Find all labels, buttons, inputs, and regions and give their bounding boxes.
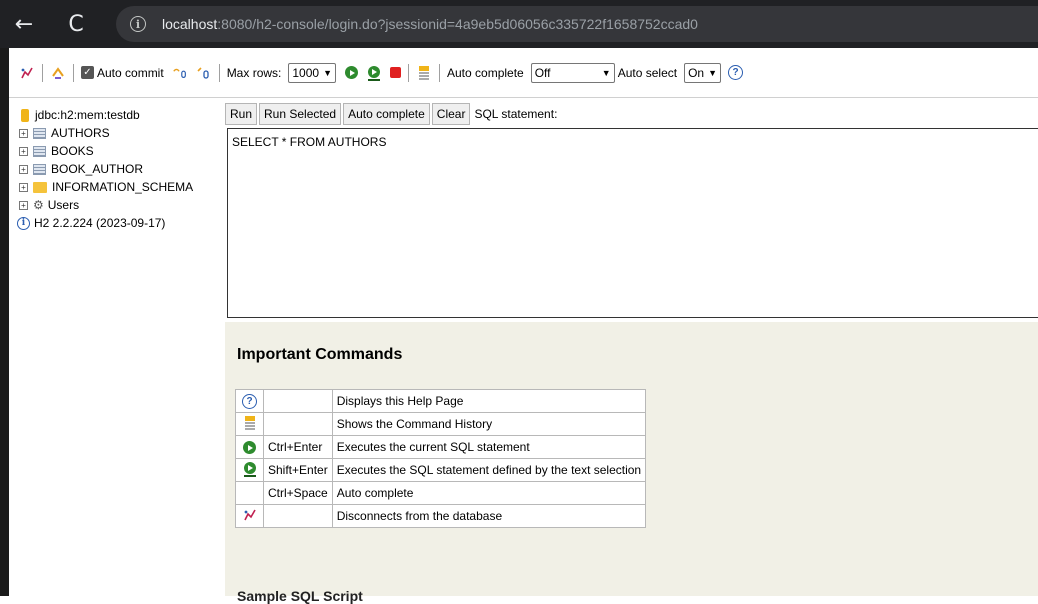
tree-item-label: AUTHORS — [51, 126, 110, 140]
refresh-icon[interactable] — [50, 65, 66, 81]
auto-complete-value: Off — [534, 65, 551, 80]
auto-select-select[interactable]: On ▼ — [684, 62, 722, 83]
sql-editor[interactable]: SELECT * FROM AUTHORS — [227, 128, 1038, 318]
tree-connection[interactable]: jdbc:h2:mem:testdb — [9, 106, 224, 124]
tree-item-book-author[interactable]: + BOOK_AUTHOR — [9, 160, 224, 178]
disconnect-icon — [243, 509, 257, 525]
expand-icon[interactable]: + — [19, 128, 28, 138]
schema-tree: jdbc:h2:mem:testdb + AUTHORS + BOOKS + B… — [9, 98, 224, 596]
auto-commit-checkbox[interactable]: ✓ — [81, 66, 94, 79]
max-rows-value: 1000 — [292, 65, 320, 80]
run-button[interactable]: Run — [225, 103, 258, 125]
auto-commit-label: Auto commit — [97, 65, 164, 80]
reload-icon[interactable]: C — [60, 8, 92, 40]
table-row: Disconnects from the database — [235, 504, 647, 528]
history-icon — [244, 415, 255, 430]
h2-toolbar: ✓ Auto commit Max rows: 1000 ▼ Auto comp… — [9, 48, 1038, 98]
expand-icon[interactable]: + — [19, 164, 28, 174]
stop-icon[interactable] — [390, 67, 401, 78]
chevron-down-icon: ▼ — [323, 67, 332, 78]
run-selected-button[interactable]: Run Selected — [259, 103, 342, 125]
auto-complete-label: Auto complete — [447, 65, 524, 80]
run-icon — [243, 441, 256, 455]
keys-cell — [263, 504, 333, 528]
table-row: ? Displays this Help Page — [235, 389, 647, 413]
table-row: Shows the Command History — [235, 412, 647, 436]
keys-cell: Ctrl+Space — [263, 481, 333, 505]
table-icon — [33, 145, 46, 157]
tree-item-label: BOOK_AUTHOR — [51, 162, 144, 176]
chevron-down-icon: ▼ — [708, 67, 718, 78]
query-toolbar: Run Run Selected Auto complete Clear SQL… — [225, 102, 557, 126]
auto-select-label: Auto select — [617, 65, 678, 80]
rollback-icon[interactable] — [172, 65, 188, 81]
info-icon: i — [17, 216, 30, 230]
commands-table: ? Displays this Help Page Shows the Comm… — [235, 389, 647, 528]
sample-sql-heading: Sample SQL Script — [237, 588, 363, 604]
tree-item-authors[interactable]: + AUTHORS — [9, 124, 224, 142]
version-label: H2 2.2.224 (2023-09-17) — [34, 216, 166, 230]
chevron-down-icon: ▼ — [601, 67, 611, 78]
table-icon — [33, 127, 46, 139]
run-icon[interactable] — [345, 66, 358, 79]
auto-complete-button[interactable]: Auto complete — [343, 103, 430, 125]
back-arrow-icon[interactable]: ← — [8, 8, 40, 40]
site-info-icon[interactable]: i — [130, 16, 146, 32]
auto-complete-select[interactable]: Off ▼ — [530, 62, 615, 83]
expand-icon[interactable]: + — [19, 200, 28, 210]
max-rows-select[interactable]: 1000 ▼ — [288, 62, 336, 83]
tree-item-label: BOOKS — [51, 144, 94, 158]
run-selected-icon[interactable] — [366, 65, 382, 81]
database-icon — [21, 108, 29, 122]
users-icon: ⚙ — [33, 198, 44, 212]
help-panel: Important Commands ? Displays this Help … — [225, 322, 1038, 604]
address-bar[interactable]: i localhost:8080/h2-console/login.do?jse… — [116, 6, 1038, 42]
table-icon — [33, 163, 46, 175]
tree-item-label: Users — [47, 198, 80, 212]
folder-icon — [33, 181, 47, 193]
clear-button[interactable]: Clear — [431, 103, 471, 125]
help-title: Important Commands — [237, 346, 403, 363]
tree-item-books[interactable]: + BOOKS — [9, 142, 224, 160]
expand-icon[interactable]: + — [19, 146, 28, 156]
tree-item-information-schema[interactable]: + INFORMATION_SCHEMA — [9, 178, 224, 196]
toolbar-separator — [439, 63, 440, 82]
desc-cell: Disconnects from the database — [331, 504, 647, 528]
toolbar-separator — [218, 63, 220, 82]
window-edge — [0, 48, 9, 596]
history-icon[interactable] — [416, 65, 432, 81]
toolbar-separator — [42, 63, 43, 82]
connection-label: jdbc:h2:mem:testdb — [35, 108, 140, 122]
sql-statement-label: SQL statement: — [474, 107, 558, 121]
expand-icon[interactable]: + — [19, 182, 28, 192]
url-path: :8080/h2-console/login.do?jsessionid=4a9… — [217, 16, 698, 32]
desc-cell: Executes the SQL statement defined by th… — [331, 458, 647, 482]
table-row: Shift+Enter Executes the SQL statement d… — [235, 458, 647, 482]
tree-item-label: INFORMATION_SCHEMA — [52, 180, 194, 194]
desc-cell: Shows the Command History — [331, 412, 647, 436]
auto-select-value: On — [688, 65, 705, 80]
keys-cell: Ctrl+Enter — [263, 435, 333, 459]
run-selected-icon — [242, 461, 258, 480]
table-row: Ctrl+Enter Executes the current SQL stat… — [235, 435, 647, 459]
desc-cell: Displays this Help Page — [331, 389, 647, 413]
help-icon[interactable]: ? — [728, 65, 744, 80]
keys-cell — [263, 389, 333, 413]
toolbar-separator — [408, 63, 409, 82]
help-icon: ? — [242, 394, 257, 409]
desc-cell: Auto complete — [331, 481, 647, 505]
tree-item-users[interactable]: + ⚙ Users — [9, 196, 224, 214]
max-rows-label: Max rows: — [226, 65, 282, 80]
desc-cell: Executes the current SQL statement — [331, 435, 647, 459]
disconnect-icon[interactable] — [19, 65, 35, 81]
keys-cell — [263, 412, 333, 436]
table-row: Ctrl+Space Auto complete — [235, 481, 647, 505]
keys-cell: Shift+Enter — [263, 458, 333, 482]
toolbar-separator — [73, 63, 74, 82]
url-host: localhost — [162, 16, 218, 32]
browser-toolbar: ← C i localhost:8080/h2-console/login.do… — [0, 0, 1038, 48]
tree-version: i H2 2.2.224 (2023-09-17) — [9, 214, 224, 232]
commit-icon[interactable] — [196, 65, 212, 81]
